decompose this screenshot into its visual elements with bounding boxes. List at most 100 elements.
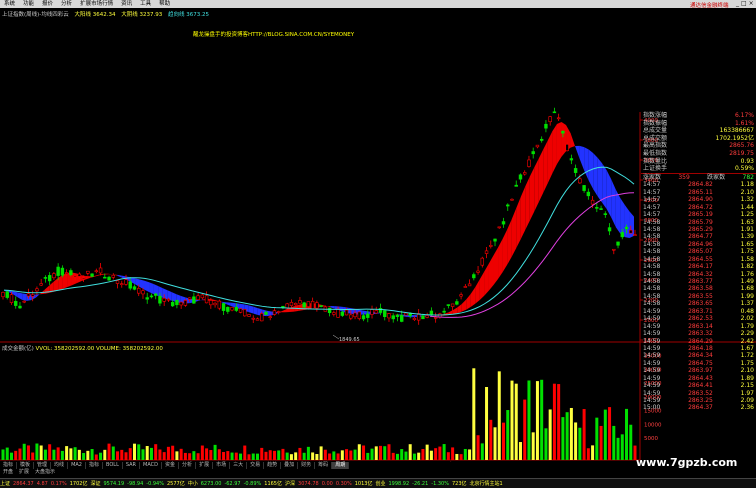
volume-bar: [129, 448, 132, 460]
volume-bar: [141, 449, 144, 460]
tab-8[interactable]: MACD: [140, 462, 162, 469]
tick-price: 2864.18: [688, 345, 713, 352]
volume-bar: [625, 409, 628, 460]
quote-panel: 指数涨幅6.17%指数振幅1.61%总成交量163386667总成交额1702.…: [641, 112, 756, 412]
candle-body: [528, 160, 531, 167]
candle-body: [455, 302, 458, 305]
tick-time: 14:59: [643, 390, 660, 397]
tick-price: 2863.32: [688, 330, 713, 337]
volume-bar: [523, 400, 526, 460]
volume-bar: [409, 444, 412, 460]
tab-2[interactable]: 管理: [34, 462, 51, 469]
bottom-tab-0[interactable]: 开盘: [0, 469, 16, 476]
tab-19[interactable]: 周期: [332, 462, 349, 469]
tick-volume: 2.10: [741, 367, 754, 374]
ma-cloud-segment: [552, 124, 557, 173]
ma-cloud-segment: [475, 279, 480, 303]
tick-time: 14:59: [643, 397, 660, 404]
status-item: 创业: [375, 480, 385, 487]
volume-bar: [226, 451, 229, 460]
tick-time: 14:59: [643, 315, 660, 322]
candle-body: [269, 317, 272, 318]
volume-bar: [498, 371, 501, 460]
candle-body: [617, 242, 620, 245]
ma-cloud-segment: [548, 131, 553, 183]
candle-body: [400, 315, 403, 321]
tab-17[interactable]: 财务: [298, 462, 315, 469]
tab-18[interactable]: 筹码: [315, 462, 332, 469]
tick-volume: 1.79: [741, 323, 754, 330]
volume-bar: [27, 445, 30, 460]
tab-6[interactable]: BOLL: [103, 462, 123, 469]
bottom-tab-2[interactable]: 大盘指示: [32, 469, 58, 476]
tab-15[interactable]: 趋势: [264, 462, 281, 469]
candle-body: [489, 245, 492, 246]
volume-bar: [150, 448, 153, 460]
tab-1[interactable]: 模板: [17, 462, 34, 469]
candle-body: [260, 313, 263, 320]
tab-5[interactable]: 指标: [86, 462, 103, 469]
candle-body: [133, 287, 136, 290]
candle-body: [332, 313, 335, 315]
tab-9[interactable]: 资金: [162, 462, 179, 469]
quote-stat-label: 指数涨幅: [643, 112, 667, 120]
tab-13[interactable]: 三大: [230, 462, 247, 469]
candle-body: [146, 298, 149, 300]
volume-bar: [392, 453, 395, 460]
volume-bar: [502, 423, 505, 460]
tick-price: 2864.77: [688, 233, 713, 240]
tick-time: 14:58: [643, 219, 660, 226]
candle-body: [545, 124, 548, 128]
volume-bar: [14, 451, 17, 460]
volume-bar: [354, 450, 357, 460]
tab-3[interactable]: 均线: [51, 462, 68, 469]
volume-bar: [23, 444, 26, 460]
tick-volume: 1.89: [741, 375, 754, 382]
tab-14[interactable]: 交易: [247, 462, 264, 469]
tick-row: 14:572865.191.25: [641, 211, 756, 218]
volume-bar: [95, 454, 98, 460]
candle-body: [142, 291, 145, 294]
volume-bar: [544, 428, 547, 460]
tick-time: 14:57: [643, 204, 660, 211]
volume-bar: [455, 454, 458, 460]
candle-body: [553, 112, 556, 113]
candle-body: [464, 286, 467, 287]
candle-body: [583, 185, 586, 190]
candle-body: [468, 284, 471, 286]
tab-10[interactable]: 分析: [179, 462, 196, 469]
tab-11[interactable]: 扩展: [196, 462, 213, 469]
volume-bar: [201, 446, 204, 460]
tab-7[interactable]: SAR: [123, 462, 140, 469]
candle-body: [426, 316, 429, 318]
tab-0[interactable]: 指标: [0, 462, 17, 469]
candle-body: [612, 249, 615, 250]
volume-bar: [239, 454, 242, 460]
candle-body: [574, 168, 577, 172]
tick-row: 15:002864.372.36: [641, 404, 756, 411]
volume-bar: [205, 448, 208, 460]
tick-volume: 1.82: [741, 263, 754, 270]
tab-12[interactable]: 市场: [213, 462, 230, 469]
bottom-tab-1[interactable]: 扩展: [16, 469, 32, 476]
volume-bar: [430, 451, 433, 460]
volume-bar: [574, 422, 577, 460]
tick-time: 14:57: [643, 211, 660, 218]
candle-body: [159, 296, 162, 303]
status-item: -26.21: [412, 481, 428, 487]
tick-price: 2864.29: [688, 338, 713, 345]
candle-body: [570, 159, 573, 161]
candle-body: [95, 271, 98, 272]
quote-stat-value: 2819.75: [729, 150, 754, 158]
ma-cloud-segment: [95, 275, 100, 277]
volume-bar: [494, 427, 497, 460]
tick-row: 14:582864.551.58: [641, 256, 756, 263]
ma-cloud-segment: [18, 292, 23, 299]
tick-price: 2864.96: [688, 241, 713, 248]
candle-body: [48, 275, 51, 281]
candle-body: [265, 312, 268, 314]
tab-4[interactable]: MA2: [68, 462, 86, 469]
tick-volume: 1.99: [741, 293, 754, 300]
tab-16[interactable]: 叠加: [281, 462, 298, 469]
candle-body: [498, 227, 501, 228]
